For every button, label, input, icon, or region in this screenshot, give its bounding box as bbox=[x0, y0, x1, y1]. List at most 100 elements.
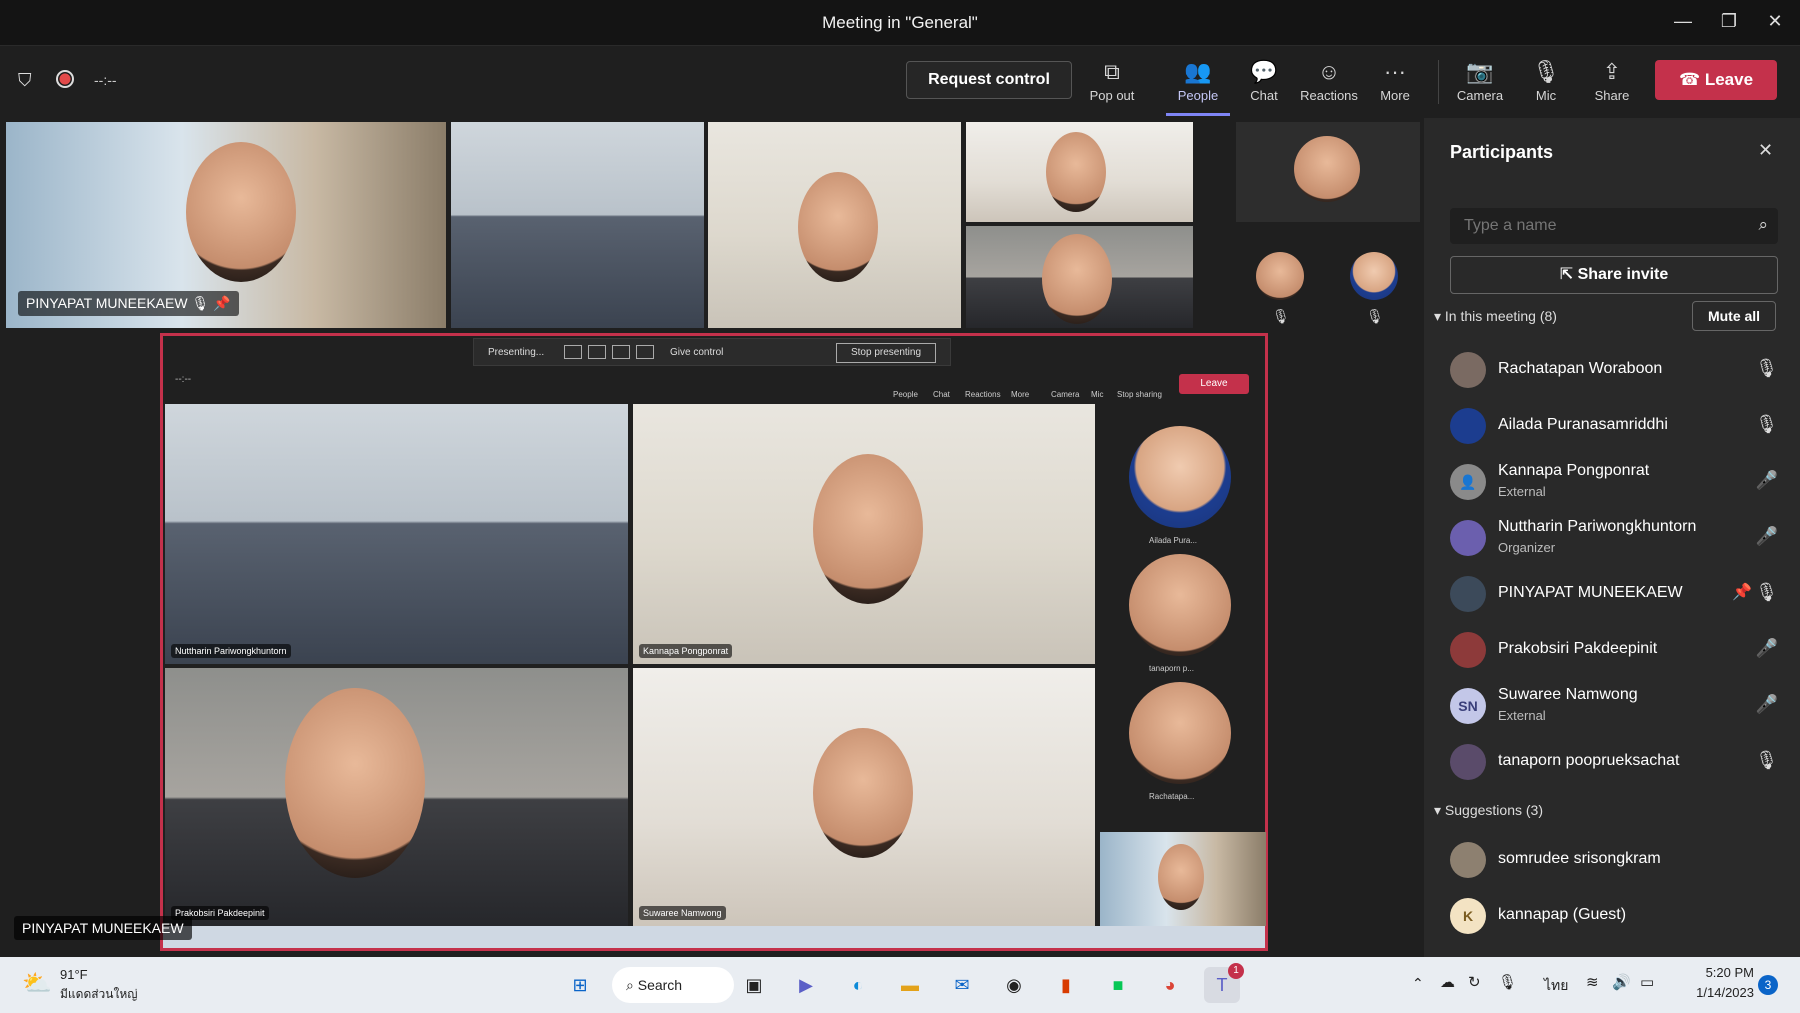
inner-leave-button[interactable]: Leave bbox=[1179, 374, 1249, 394]
clock-date[interactable]: 1/14/2023 bbox=[1674, 985, 1754, 1000]
camera-button[interactable]: 📷 Camera bbox=[1448, 56, 1512, 116]
restore-button[interactable]: ❐ bbox=[1706, 0, 1752, 42]
minimize-button[interactable]: — bbox=[1660, 0, 1706, 42]
tile-name-label: PINYAPAT MUNEEKAEW bbox=[14, 916, 192, 940]
suggestion-row[interactable]: Kkannapap (Guest) bbox=[1424, 888, 1800, 944]
avatar bbox=[1450, 632, 1486, 668]
mic-off-icon[interactable]: 🎙 bbox=[1755, 358, 1778, 379]
layout-icon[interactable] bbox=[636, 345, 654, 359]
task-view-icon[interactable]: ▣ bbox=[736, 967, 772, 1003]
avatar bbox=[1450, 744, 1486, 780]
avatar[interactable] bbox=[1256, 252, 1304, 300]
suggestion-row[interactable]: somrudee srisongkram bbox=[1424, 832, 1800, 888]
mic-off-icon[interactable]: 🎙 bbox=[1755, 414, 1778, 435]
layout-icon[interactable] bbox=[612, 345, 630, 359]
chat-icon: 💬 bbox=[1250, 59, 1278, 84]
mic-icon[interactable]: 🎤 bbox=[1756, 638, 1778, 659]
pin-icon[interactable]: 📌 bbox=[1732, 582, 1752, 602]
participant-face bbox=[1046, 132, 1106, 212]
avatar bbox=[1450, 576, 1486, 612]
notification-badge: 1 bbox=[1228, 963, 1244, 979]
mic-off-icon[interactable]: 🎙 bbox=[1755, 582, 1778, 603]
chat-button[interactable]: 💬 Chat bbox=[1232, 56, 1296, 116]
participant-face bbox=[813, 728, 913, 858]
reactions-button[interactable]: ☺ Reactions bbox=[1297, 56, 1361, 116]
pop-out-icon: ⧉ bbox=[1104, 59, 1120, 84]
mail-icon[interactable]: ✉ bbox=[944, 967, 980, 1003]
mic-off-icon[interactable]: 🎙 bbox=[1498, 973, 1517, 991]
participant-row[interactable]: SN Suwaree Namwong External 🎤 bbox=[1424, 678, 1800, 734]
pin-icon: 📌 bbox=[213, 295, 231, 311]
avatar bbox=[1294, 136, 1360, 202]
taskbar-search[interactable]: ⌕ Search bbox=[612, 967, 734, 1003]
participant-row[interactable]: Nuttharin Pariwongkhuntorn Organizer 🎤 bbox=[1424, 510, 1800, 566]
give-control-dropdown[interactable]: Give control bbox=[670, 347, 723, 358]
participant-row[interactable]: Ailada Puranasamriddhi 🎙 bbox=[1424, 398, 1800, 454]
participant-row[interactable]: PINYAPAT MUNEEKAEW 📌 🎙 bbox=[1424, 566, 1800, 622]
presenter-toolbar: Presenting... Give control Stop presenti… bbox=[473, 338, 951, 366]
participant-row[interactable]: tanaporn pooprueksachat 🎙 bbox=[1424, 734, 1800, 790]
request-control-button[interactable]: Request control bbox=[906, 61, 1072, 99]
video-tile-main[interactable]: PINYAPAT MUNEEKAEW 🎙 📌 bbox=[6, 122, 446, 328]
in-meeting-header[interactable]: ▾ In this meeting (8) bbox=[1434, 308, 1557, 325]
layout-icon[interactable] bbox=[588, 345, 606, 359]
avatar-tile[interactable] bbox=[1236, 122, 1420, 222]
mic-off-icon[interactable]: 🎙 bbox=[1755, 750, 1778, 771]
layout-icon[interactable] bbox=[564, 345, 582, 359]
participant-row[interactable]: 👤 Kannapa Pongponrat External 🎤 bbox=[1424, 454, 1800, 510]
chevron-up-icon[interactable]: ⌃ bbox=[1412, 975, 1424, 992]
leave-button[interactable]: ☎ Leave bbox=[1655, 60, 1777, 100]
dell-icon[interactable]: ◉ bbox=[996, 967, 1032, 1003]
suggestions-header[interactable]: ▾ Suggestions (3) bbox=[1434, 802, 1543, 819]
search-box[interactable]: ⌕ bbox=[1450, 208, 1778, 244]
sync-icon[interactable]: ↻ bbox=[1468, 973, 1481, 991]
video-tile-suwaree[interactable] bbox=[966, 122, 1193, 222]
more-button[interactable]: ··· More bbox=[1363, 56, 1427, 116]
inner-tile-self bbox=[1100, 832, 1266, 926]
avatar bbox=[1450, 408, 1486, 444]
clock-time[interactable]: 5:20 PM bbox=[1674, 965, 1754, 980]
cloud-icon[interactable]: ☁ bbox=[1440, 973, 1455, 991]
weather-icon[interactable]: ⛅ bbox=[22, 969, 52, 998]
person-icon: 👤 bbox=[1450, 464, 1486, 500]
share-button[interactable]: ⇪ Share bbox=[1580, 56, 1644, 116]
mic-icon[interactable]: 🎤 bbox=[1756, 470, 1778, 491]
video-tile-room[interactable] bbox=[451, 122, 704, 328]
toolbar-separator bbox=[1438, 60, 1439, 104]
language-indicator[interactable]: ไทย bbox=[1544, 975, 1568, 997]
shield-icon[interactable]: ⛉ bbox=[18, 70, 32, 91]
avatar[interactable] bbox=[1350, 252, 1398, 300]
pop-out-button[interactable]: ⧉ Pop out bbox=[1080, 56, 1144, 116]
line-icon[interactable]: ■ bbox=[1100, 967, 1136, 1003]
mic-button[interactable]: 🎙 Mic bbox=[1514, 56, 1578, 116]
participant-face bbox=[1158, 844, 1204, 910]
office-icon[interactable]: ▮ bbox=[1048, 967, 1084, 1003]
teams-chat-icon[interactable]: ▶ bbox=[788, 967, 824, 1003]
mic-off-icon: 🎙 bbox=[1532, 59, 1560, 84]
volume-icon[interactable]: 🔊 bbox=[1612, 973, 1631, 991]
search-input[interactable] bbox=[1450, 208, 1740, 244]
participant-row[interactable]: Rachatapan Woraboon 🎙 bbox=[1424, 342, 1800, 398]
search-icon: ⌕ bbox=[1758, 215, 1768, 234]
chrome-icon[interactable]: ◕ bbox=[1152, 967, 1188, 1003]
battery-icon[interactable]: ▭ bbox=[1640, 973, 1654, 991]
close-icon[interactable]: ✕ bbox=[1758, 140, 1773, 161]
mic-icon[interactable]: 🎤 bbox=[1756, 526, 1778, 547]
video-tile-prakobsiri[interactable] bbox=[966, 226, 1193, 328]
close-button[interactable]: ✕ bbox=[1752, 0, 1798, 42]
mic-icon[interactable]: 🎤 bbox=[1756, 694, 1778, 715]
inner-toolbar: People Chat Reactions More Camera Mic St… bbox=[893, 372, 1253, 402]
video-tile-kannapa[interactable] bbox=[708, 122, 961, 328]
participant-row[interactable]: Prakobsiri Pakdeepinit 🎤 bbox=[1424, 622, 1800, 678]
stop-presenting-button[interactable]: Stop presenting bbox=[836, 343, 936, 363]
mute-all-button[interactable]: Mute all bbox=[1692, 301, 1776, 331]
shared-screen[interactable]: Presenting... Give control Stop presenti… bbox=[160, 333, 1268, 951]
record-icon[interactable] bbox=[56, 70, 74, 88]
share-invite-button[interactable]: ⇱ Share invite bbox=[1450, 256, 1778, 294]
start-icon[interactable]: ⊞ bbox=[562, 967, 598, 1003]
wifi-icon[interactable]: ≋ bbox=[1586, 973, 1599, 991]
file-explorer-icon[interactable]: ▬ bbox=[892, 967, 928, 1003]
notification-count[interactable]: 3 bbox=[1758, 975, 1778, 995]
people-button[interactable]: 👥 People bbox=[1166, 56, 1230, 116]
edge-icon[interactable]: ◐ bbox=[840, 967, 876, 1003]
